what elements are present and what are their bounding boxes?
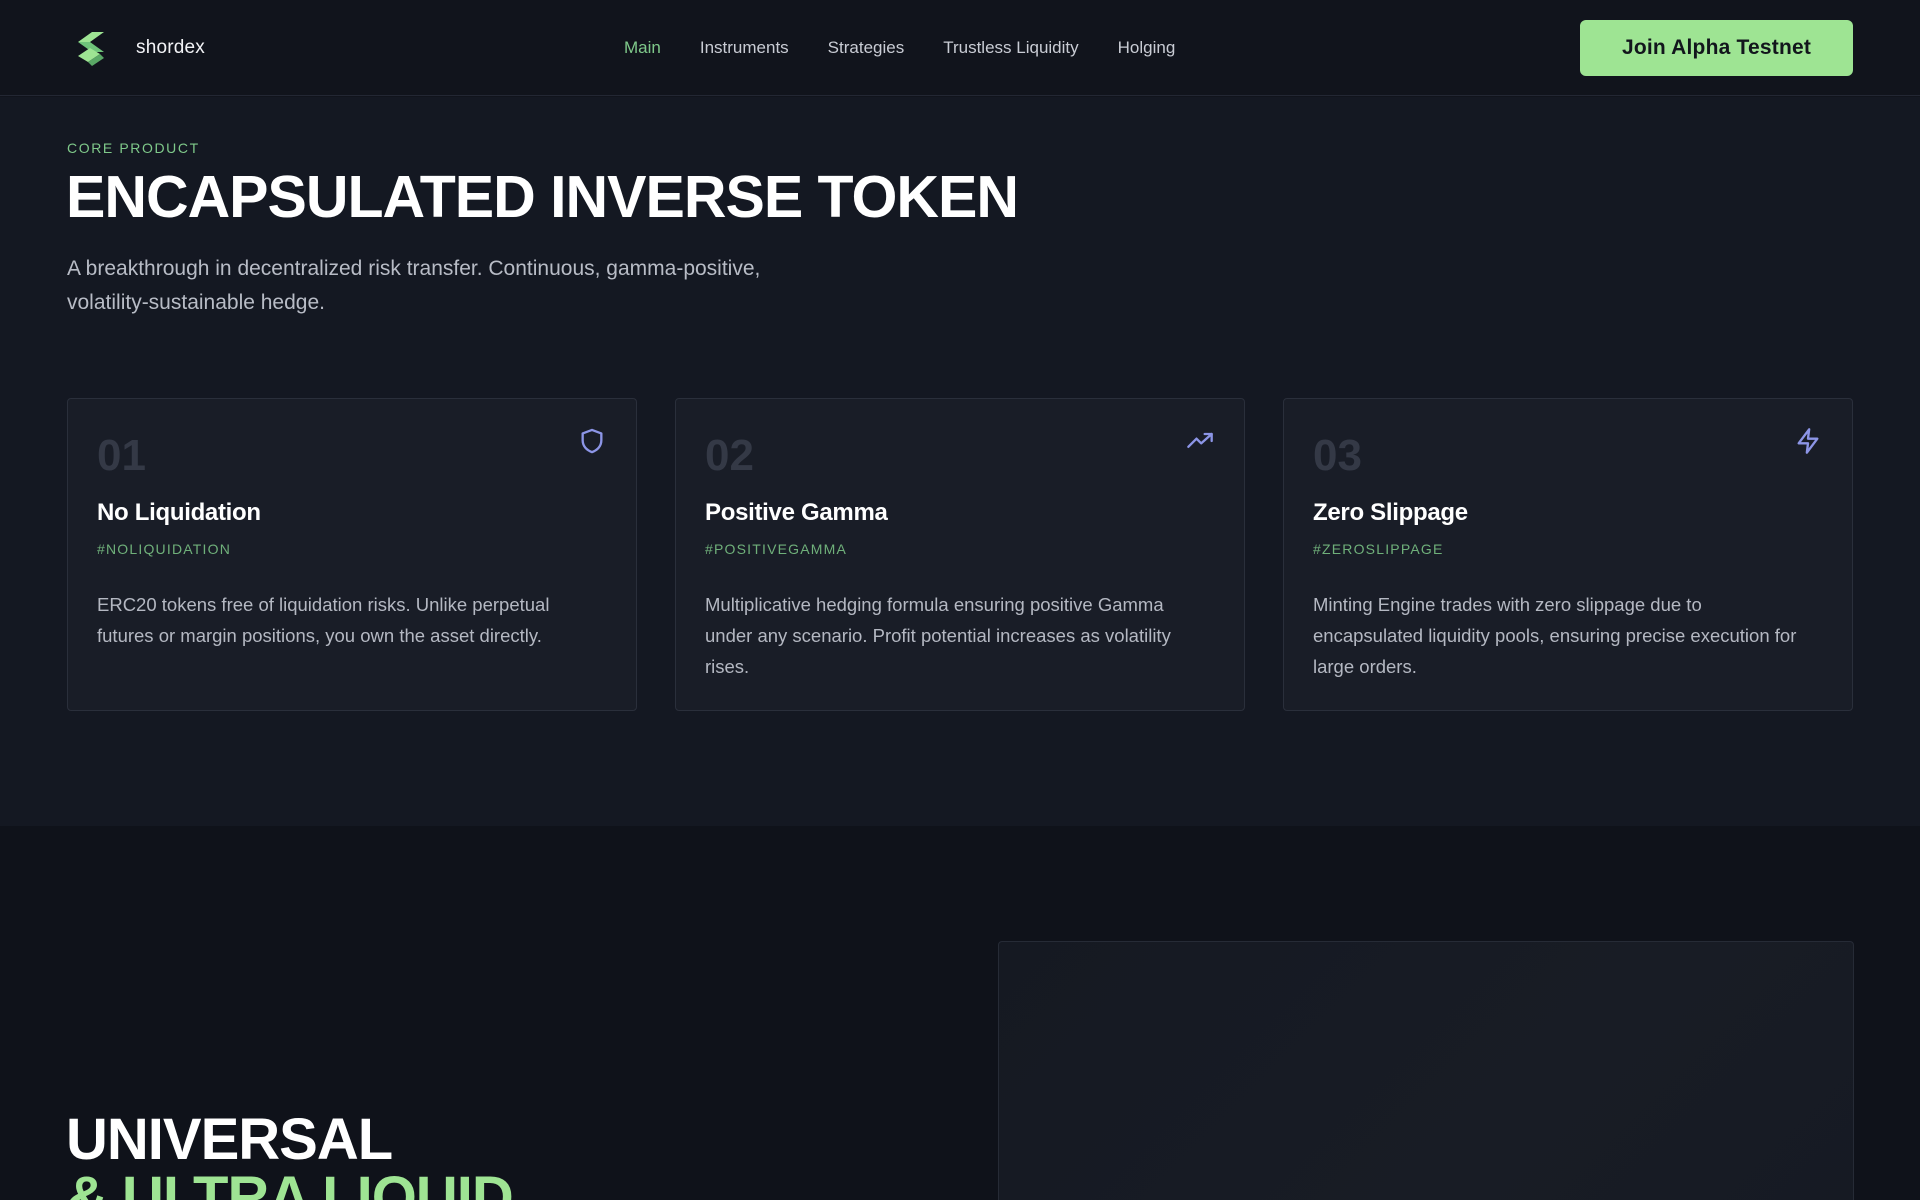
feature-card-no-liquidation: 01 No Liquidation #NOLIQUIDATION ERC20 t… — [67, 398, 637, 711]
nav-item-trustless-liquidity[interactable]: Trustless Liquidity — [943, 38, 1078, 58]
nav-item-main[interactable]: Main — [624, 38, 661, 58]
liquidity-section: UNIVERSAL & ULTRA LIQUID — [0, 826, 1920, 1200]
card-number: 03 — [1313, 431, 1362, 480]
card-description: Minting Engine trades with zero slippage… — [1313, 594, 1797, 677]
nav-item-strategies[interactable]: Strategies — [828, 38, 905, 58]
card-description: Multiplicative hedging formula ensuring … — [705, 594, 1171, 677]
nav-item-holging[interactable]: Holging — [1118, 38, 1176, 58]
section-title: ENCAPSULATED INVERSE TOKEN — [66, 164, 1019, 230]
trending-up-icon — [1186, 427, 1214, 455]
join-alpha-testnet-button[interactable]: Join Alpha Testnet — [1580, 20, 1853, 76]
top-navigation-bar: shordex Main Instruments Strategies Trus… — [0, 0, 1920, 96]
core-product-section: CORE PRODUCT ENCAPSULATED INVERSE TOKEN … — [0, 97, 1920, 826]
card-description: ERC20 tokens free of liquidation risks. … — [97, 594, 550, 646]
feature-card-positive-gamma: 02 Positive Gamma #POSITIVEGAMMA Multipl… — [675, 398, 1245, 711]
feature-card-zero-slippage: 03 Zero Slippage #ZEROSLIPPAGE Minting E… — [1283, 398, 1853, 711]
card-tag: #POSITIVEGAMMA — [705, 541, 848, 557]
title-line-2: & ULTRA LIQUID — [66, 1165, 514, 1200]
section-eyebrow: CORE PRODUCT — [67, 140, 200, 156]
card-title: Positive Gamma — [705, 499, 888, 526]
shield-icon — [578, 427, 606, 455]
shordex-logo-icon — [78, 32, 104, 66]
card-tag: #NOLIQUIDATION — [97, 541, 232, 557]
card-number: 01 — [97, 431, 146, 480]
nav-item-instruments[interactable]: Instruments — [700, 38, 789, 58]
brand-logo[interactable]: shordex — [74, 28, 205, 68]
card-title: Zero Slippage — [1313, 499, 1468, 526]
card-title: No Liquidation — [97, 499, 261, 526]
visual-panel — [998, 941, 1854, 1200]
section-subtitle: A breakthrough in decentralized risk tra… — [67, 257, 761, 314]
brand-name: shordex — [136, 37, 205, 58]
card-number: 02 — [705, 431, 754, 480]
lightning-icon — [1794, 427, 1822, 455]
main-nav: Main Instruments Strategies Trustless Li… — [624, 38, 1214, 58]
card-tag: #ZEROSLIPPAGE — [1313, 541, 1444, 557]
title-line-1: UNIVERSAL — [66, 1107, 393, 1172]
liquidity-section-title: UNIVERSAL & ULTRA LIQUID — [66, 1107, 514, 1200]
